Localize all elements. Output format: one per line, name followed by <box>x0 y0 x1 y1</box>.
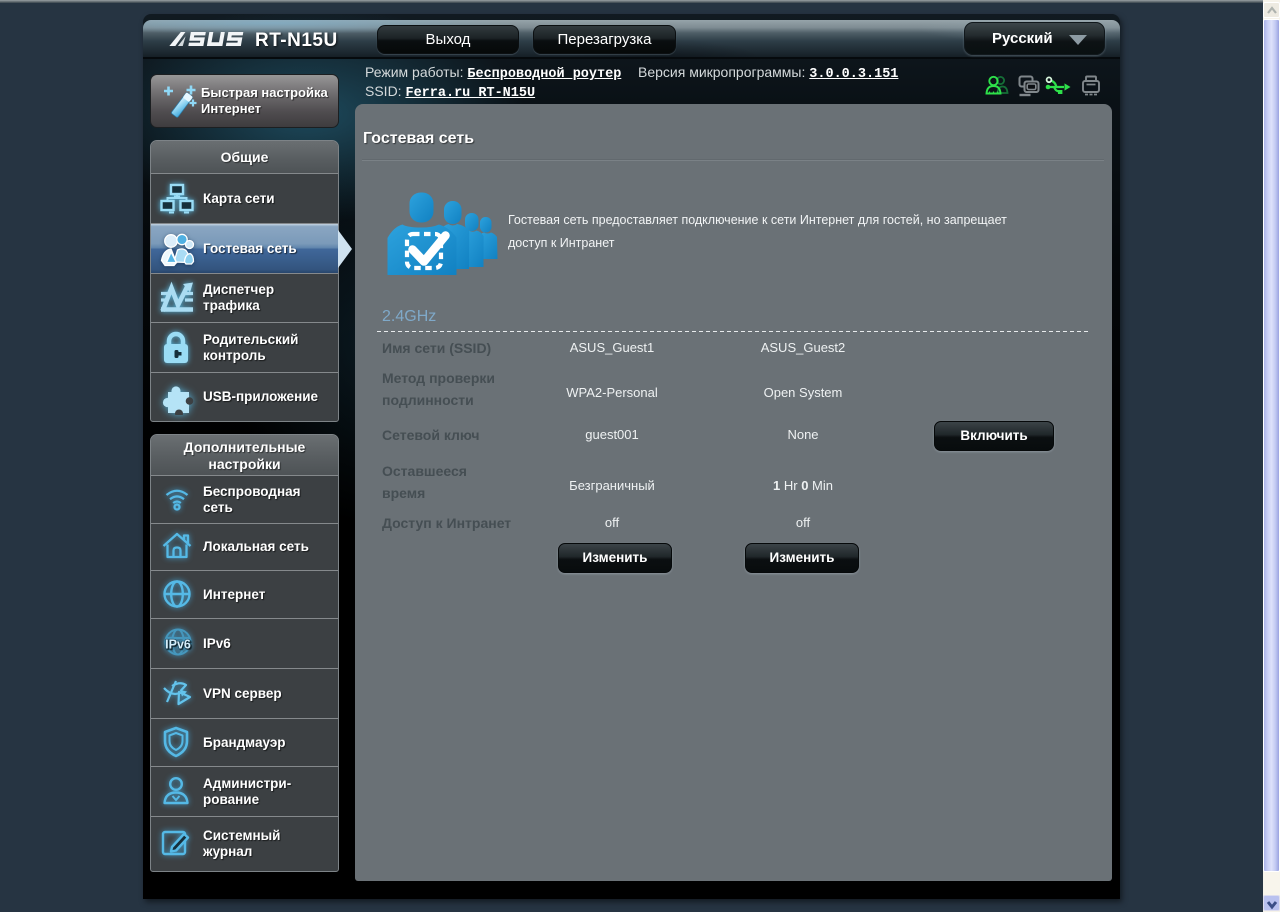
svg-text:IPv6: IPv6 <box>165 637 191 651</box>
